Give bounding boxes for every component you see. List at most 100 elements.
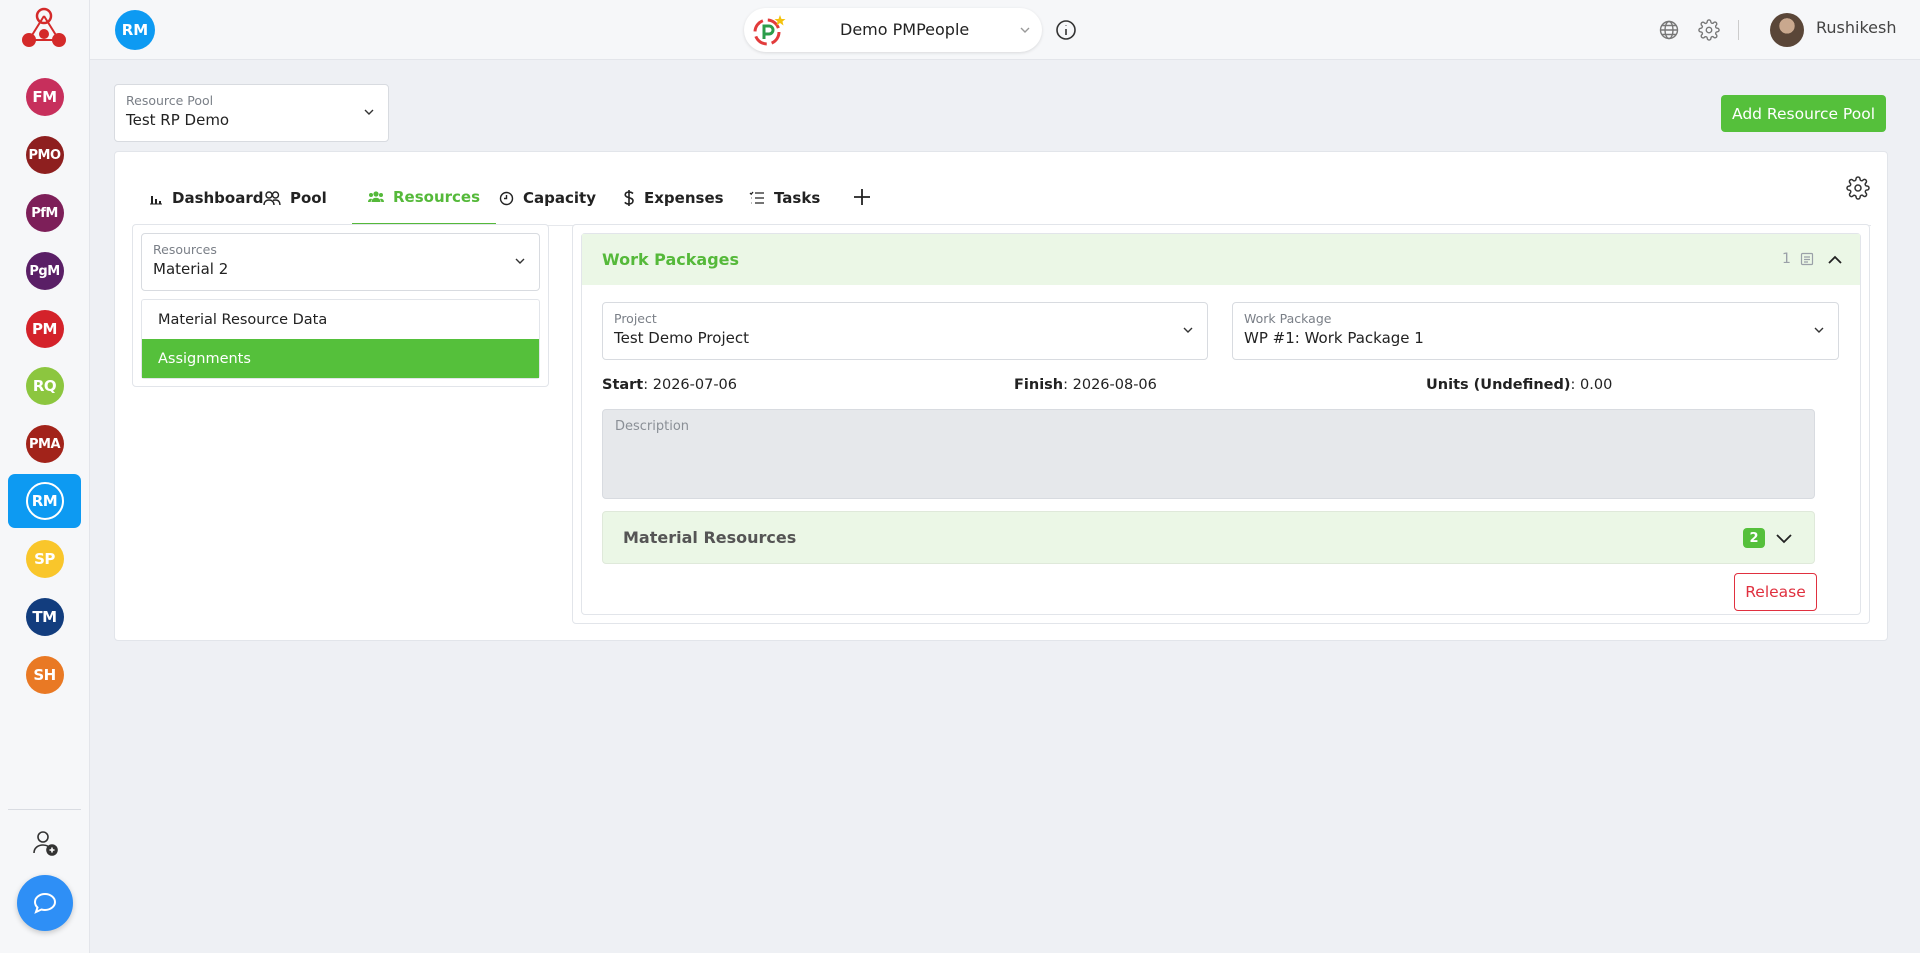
sidebar-item-pgm[interactable]: PgM — [8, 244, 81, 298]
sidebar-item-badge: PgM — [25, 252, 64, 290]
user-avatar[interactable] — [1770, 13, 1804, 47]
sidebar-item-badge: PMO — [25, 136, 64, 174]
description-field[interactable]: Description — [602, 409, 1815, 499]
main-card: Dashboard Pool Resources Capacity Expens… — [114, 151, 1888, 641]
list-icon — [1800, 252, 1814, 266]
sidebar-item-badge: SH — [25, 656, 64, 694]
work-package-select[interactable]: Work Package WP #1: Work Package 1 — [1232, 302, 1839, 360]
settings-icon[interactable] — [1698, 19, 1720, 41]
chevron-down-icon — [515, 258, 525, 264]
sidebar-item-badge: RM — [25, 482, 64, 520]
task-list-icon — [749, 191, 764, 204]
resource-pool-value: Test RP Demo — [126, 111, 230, 129]
sidebar-item-sh[interactable]: SH — [8, 648, 81, 702]
chevron-down-icon — [364, 109, 374, 115]
tab-expenses[interactable]: Expenses — [623, 170, 724, 226]
resources-select[interactable]: Resources Material 2 — [141, 233, 540, 291]
sidebar-item-badge: SP — [25, 540, 64, 578]
globe-icon[interactable] — [1658, 19, 1680, 41]
project-label: Project — [614, 311, 657, 326]
tab-label: Resources — [393, 187, 481, 206]
resource-pool-label: Resource Pool — [126, 93, 214, 108]
work-packages-section: Work Packages 1 Project Test Demo Projec… — [581, 233, 1861, 615]
sidebar-item-pmo[interactable]: PMO — [8, 128, 81, 182]
group-icon — [368, 190, 384, 202]
org-name: Demo PMPeople — [840, 20, 970, 39]
tab-label: Pool — [290, 189, 327, 207]
menu-item-material-resource-data[interactable]: Material Resource Data — [142, 300, 539, 339]
settings-icon[interactable] — [1846, 176, 1870, 200]
sidebar-item-badge: FM — [25, 78, 64, 116]
top-header: RM Demo PMPeople Rushikesh — [90, 0, 1920, 60]
add-user-icon[interactable] — [31, 828, 61, 858]
add-tab-icon[interactable] — [851, 186, 873, 208]
tab-label: Dashboard — [172, 189, 264, 207]
assignments-panel: Work Packages 1 Project Test Demo Projec… — [572, 224, 1870, 624]
work-packages-header[interactable]: Work Packages 1 — [582, 234, 1860, 285]
chevron-down-icon[interactable] — [1773, 527, 1795, 549]
description-label: Description — [615, 419, 690, 434]
chevron-up-icon[interactable] — [1825, 250, 1845, 270]
material-resources-title: Material Resources — [623, 528, 797, 547]
chevron-down-icon — [1814, 327, 1824, 333]
units: Units (Undefined): 0.00 — [1426, 377, 1612, 393]
clock-icon — [499, 191, 514, 205]
sidebar-item-pfm[interactable]: PfM — [8, 186, 81, 240]
sidebar-item-tm[interactable]: TM — [8, 590, 81, 644]
module-badge[interactable]: RM — [115, 10, 155, 50]
resources-label: Resources — [153, 242, 217, 257]
sidebar-item-badge: PMA — [25, 425, 64, 463]
sidebar: FM PMO PfM PgM PM RQ PMA RM SP TM SH — [0, 0, 90, 953]
chat-icon — [33, 892, 57, 914]
project-value: Test Demo Project — [614, 329, 749, 347]
sidebar-item-fm[interactable]: FM — [8, 70, 81, 124]
info-icon[interactable] — [1055, 19, 1077, 41]
org-logo-icon — [753, 15, 786, 46]
organization-selector[interactable]: Demo PMPeople — [744, 8, 1042, 52]
tab-tasks[interactable]: Tasks — [749, 170, 820, 226]
start-label: Start — [602, 377, 644, 393]
sidebar-item-pma[interactable]: PMA — [8, 417, 81, 471]
tab-label: Capacity — [523, 189, 596, 207]
tab-capacity[interactable]: Capacity — [499, 170, 596, 226]
units-value: : 0.00 — [1570, 377, 1613, 393]
bar-chart-icon — [150, 196, 162, 205]
chevron-down-icon — [1020, 27, 1030, 33]
header-divider — [1738, 20, 1739, 40]
chat-button[interactable] — [17, 875, 73, 931]
material-resources-count: 2 — [1743, 528, 1765, 548]
work-package-label: Work Package — [1244, 311, 1332, 326]
sidebar-item-badge: RQ — [25, 367, 64, 405]
tab-pool[interactable]: Pool — [263, 170, 327, 226]
tab-bar: Dashboard Pool Resources Capacity Expens… — [133, 170, 1871, 226]
tab-label: Expenses — [644, 189, 724, 207]
sidebar-item-badge: PM — [25, 310, 64, 348]
add-resource-pool-button[interactable]: Add Resource Pool — [1721, 95, 1886, 132]
sidebar-divider — [8, 809, 81, 810]
sidebar-item-pm[interactable]: PM — [8, 302, 81, 356]
work-packages-count: 1 — [1782, 251, 1791, 267]
finish-value: : 2026-08-06 — [1063, 377, 1157, 393]
tab-dashboard[interactable]: Dashboard — [149, 170, 263, 226]
sidebar-item-badge: PfM — [25, 194, 64, 232]
sidebar-item-badge: TM — [25, 598, 64, 636]
dollar-icon — [624, 190, 634, 206]
tab-label: Tasks — [774, 189, 821, 207]
sidebar-item-sp[interactable]: SP — [8, 532, 81, 586]
tab-resources[interactable]: Resources — [352, 170, 497, 226]
sidebar-item-rm[interactable]: RM — [8, 474, 81, 528]
resources-value: Material 2 — [153, 260, 229, 278]
release-button[interactable]: Release — [1734, 573, 1817, 611]
user-name[interactable]: Rushikesh — [1816, 18, 1896, 37]
sidebar-item-rq[interactable]: RQ — [8, 359, 81, 413]
app-logo[interactable] — [19, 6, 69, 50]
start-date: Start: 2026-07-06 — [602, 377, 737, 393]
project-select[interactable]: Project Test Demo Project — [602, 302, 1208, 360]
work-package-value: WP #1: Work Package 1 — [1244, 329, 1424, 347]
resource-pool-select[interactable]: Resource Pool Test RP Demo — [114, 84, 389, 142]
menu-item-assignments[interactable]: Assignments — [142, 339, 539, 378]
work-packages-title: Work Packages — [602, 250, 740, 269]
finish-date: Finish: 2026-08-06 — [1014, 377, 1157, 393]
resources-panel: Resources Material 2 Material Resource D… — [132, 224, 549, 387]
material-resources-header[interactable]: Material Resources 2 — [602, 511, 1815, 564]
